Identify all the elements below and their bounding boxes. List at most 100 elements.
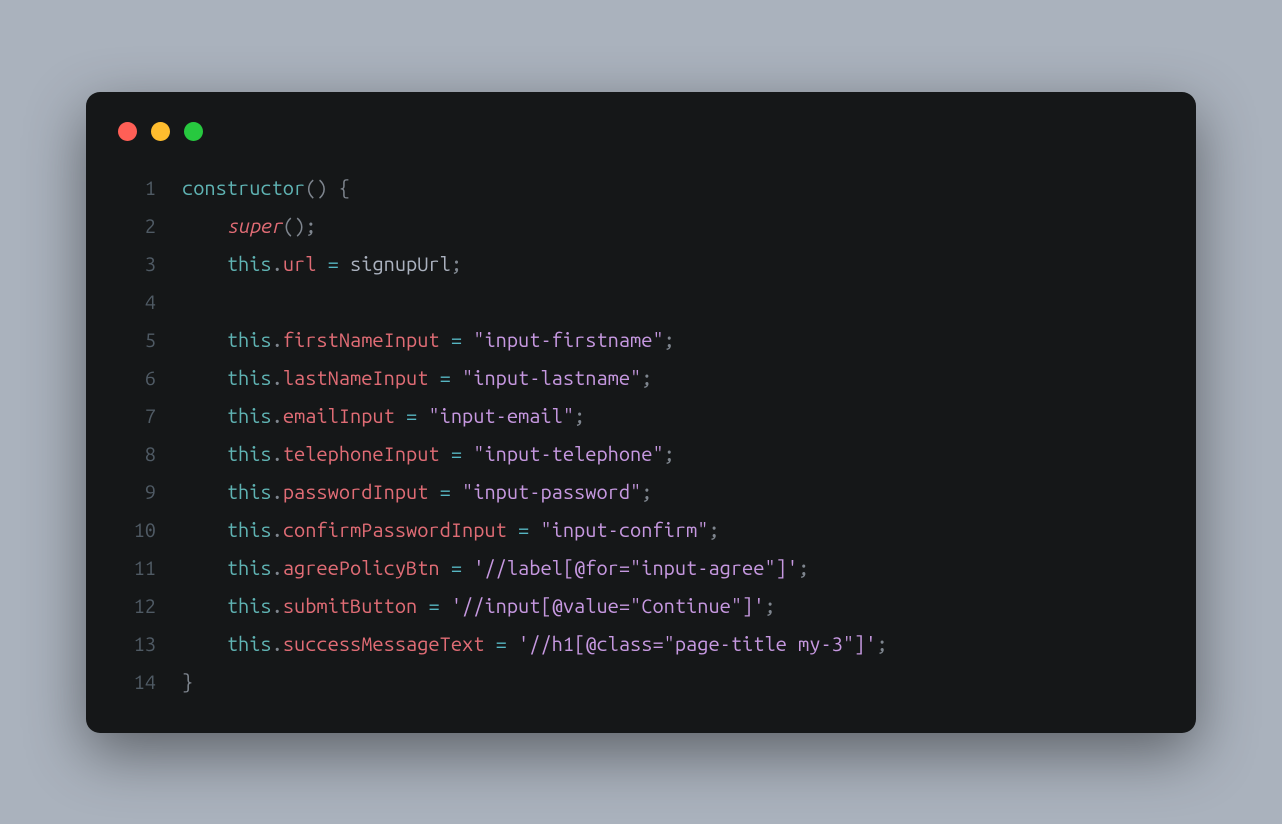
token-op: = <box>440 480 451 503</box>
token-punc-dim: . <box>272 404 283 427</box>
indent <box>182 442 227 465</box>
token-prop: lastNameInput <box>283 366 429 389</box>
line-number: 5 <box>110 321 156 359</box>
token-super: super <box>227 214 283 237</box>
minimize-icon[interactable] <box>151 122 170 141</box>
token-punc-dim: () <box>305 176 327 199</box>
code-block: 1constructor() {2 super();3 this.url = s… <box>110 169 1172 701</box>
maximize-icon[interactable] <box>184 122 203 141</box>
token-punc-dim: . <box>272 594 283 617</box>
token-keyword: this <box>227 518 272 541</box>
token-ident: signupUrl <box>350 252 451 275</box>
line-content: this.telephoneInput = "input-telephone"; <box>156 435 675 473</box>
token-punc <box>316 252 327 275</box>
token-punc <box>462 442 473 465</box>
line-number: 12 <box>110 587 156 625</box>
token-punc <box>328 176 339 199</box>
token-punc <box>462 556 473 579</box>
code-line: 1constructor() { <box>110 169 1172 207</box>
code-line: 6 this.lastNameInput = "input-lastname"; <box>110 359 1172 397</box>
token-punc-dim: . <box>272 556 283 579</box>
token-punc <box>529 518 540 541</box>
token-punc-dim: ; <box>641 480 652 503</box>
code-line: 13 this.successMessageText = '//h1[@clas… <box>110 625 1172 663</box>
token-punc-dim: ; <box>451 252 462 275</box>
indent <box>182 594 227 617</box>
token-keyword: this <box>227 556 272 579</box>
token-string: "input-firstname" <box>473 328 663 351</box>
token-punc-dim: ; <box>305 214 316 237</box>
token-punc-dim: . <box>272 480 283 503</box>
line-content <box>156 283 193 321</box>
token-punc-dim: ; <box>798 556 809 579</box>
line-content: this.firstNameInput = "input-firstname"; <box>156 321 675 359</box>
token-punc-dim: () <box>283 214 305 237</box>
indent <box>182 328 227 351</box>
token-op: = <box>496 632 507 655</box>
close-icon[interactable] <box>118 122 137 141</box>
token-prop: telephoneInput <box>283 442 440 465</box>
token-op: = <box>328 252 339 275</box>
line-number: 3 <box>110 245 156 283</box>
line-content: super(); <box>156 207 316 245</box>
token-punc <box>440 328 451 351</box>
token-keyword: this <box>227 252 272 275</box>
token-punc <box>395 404 406 427</box>
token-prop: firstNameInput <box>283 328 440 351</box>
indent <box>182 366 227 389</box>
token-keyword: constructor <box>182 176 305 199</box>
token-op: = <box>440 366 451 389</box>
line-number: 8 <box>110 435 156 473</box>
indent <box>182 632 227 655</box>
token-punc-dim: . <box>272 252 283 275</box>
token-string: "input-telephone" <box>473 442 663 465</box>
line-number: 11 <box>110 549 156 587</box>
code-line: 14} <box>110 663 1172 701</box>
code-line: 11 this.agreePolicyBtn = '//label[@for="… <box>110 549 1172 587</box>
code-line: 12 this.submitButton = '//input[@value="… <box>110 587 1172 625</box>
token-string: "input-password" <box>462 480 641 503</box>
token-punc <box>339 252 350 275</box>
code-line: 2 super(); <box>110 207 1172 245</box>
token-prop: emailInput <box>283 404 395 427</box>
token-prop: url <box>283 252 317 275</box>
code-line: 3 this.url = signupUrl; <box>110 245 1172 283</box>
line-number: 7 <box>110 397 156 435</box>
line-number: 9 <box>110 473 156 511</box>
token-prop: successMessageText <box>283 632 485 655</box>
token-string: '//input[@value="Continue"]' <box>451 594 765 617</box>
token-punc <box>484 632 495 655</box>
indent <box>182 518 227 541</box>
token-keyword: this <box>227 480 272 503</box>
token-string: "input-lastname" <box>462 366 641 389</box>
line-content: this.agreePolicyBtn = '//label[@for="inp… <box>156 549 809 587</box>
code-line: 9 this.passwordInput = "input-password"; <box>110 473 1172 511</box>
token-punc-dim: ; <box>876 632 887 655</box>
token-punc-dim: . <box>272 442 283 465</box>
code-window: 1constructor() {2 super();3 this.url = s… <box>86 92 1196 733</box>
line-number: 13 <box>110 625 156 663</box>
code-line: 5 this.firstNameInput = "input-firstname… <box>110 321 1172 359</box>
line-number: 6 <box>110 359 156 397</box>
token-punc-dim: ; <box>708 518 719 541</box>
token-keyword: this <box>227 632 272 655</box>
indent <box>182 252 227 275</box>
token-punc-dim: . <box>272 632 283 655</box>
line-content: this.confirmPasswordInput = "input-confi… <box>156 511 720 549</box>
token-keyword: this <box>227 404 272 427</box>
token-prop: passwordInput <box>283 480 429 503</box>
token-op: = <box>451 556 462 579</box>
token-punc-dim: { <box>339 176 350 199</box>
indent <box>182 556 227 579</box>
token-punc-dim: . <box>272 518 283 541</box>
token-punc-dim: ; <box>764 594 775 617</box>
token-punc <box>440 442 451 465</box>
code-line: 8 this.telephoneInput = "input-telephone… <box>110 435 1172 473</box>
line-content: this.passwordInput = "input-password"; <box>156 473 652 511</box>
line-number: 4 <box>110 283 156 321</box>
token-punc-dim: ; <box>664 328 675 351</box>
token-op: = <box>428 594 439 617</box>
token-punc <box>440 556 451 579</box>
token-punc <box>440 594 451 617</box>
window-traffic-lights <box>118 122 1172 141</box>
